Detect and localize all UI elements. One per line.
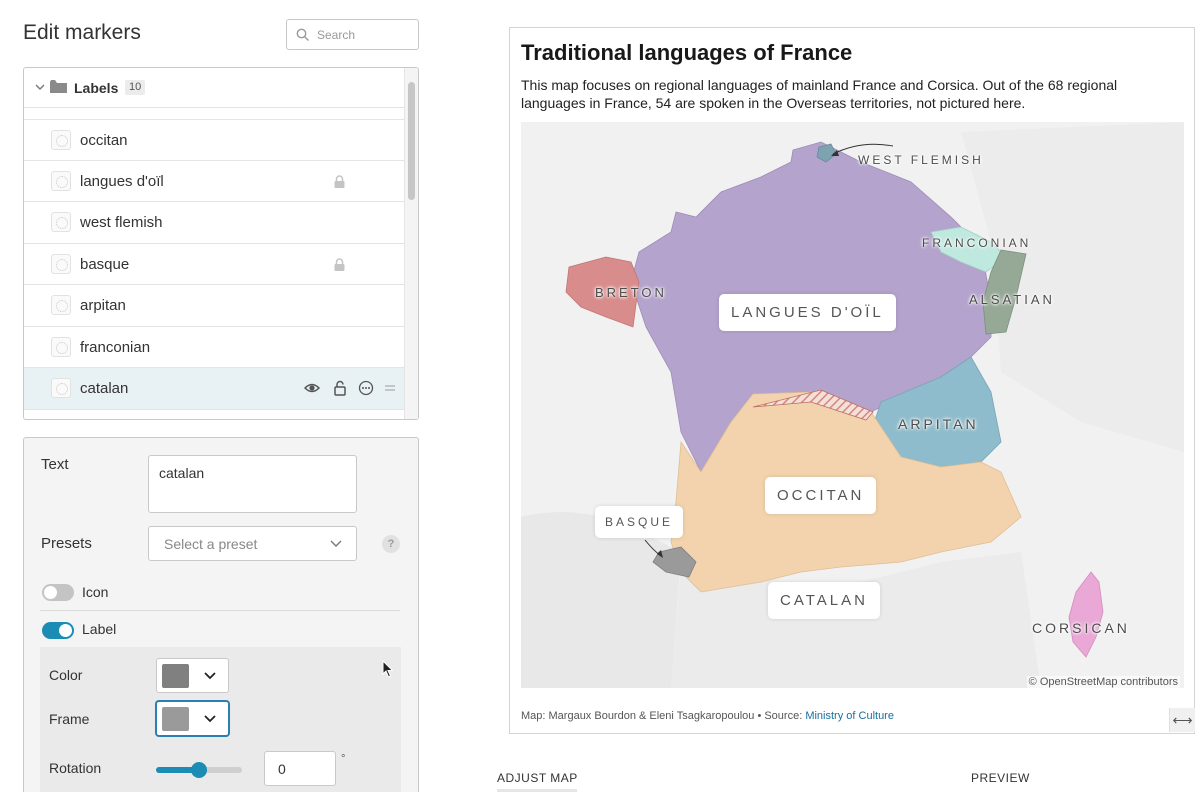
marker-list: Labels 10 occitan langues d'oïl west fle… (23, 67, 419, 420)
marker-thumbnail (51, 378, 71, 398)
labels-group-name: Labels (74, 80, 119, 96)
list-item[interactable]: west flemish (24, 202, 404, 244)
marker-thumbnail (51, 253, 71, 274)
icon-toggle-label: Icon (82, 584, 109, 600)
list-item-label: franconian (80, 338, 151, 356)
search-icon (296, 28, 309, 41)
map-label-occitan[interactable]: OCCITAN (765, 477, 877, 514)
text-field[interactable]: catalan (148, 455, 357, 513)
resize-handle-icon[interactable]: ⟷ (1169, 708, 1195, 732)
more-icon[interactable] (358, 380, 374, 396)
labels-group-count: 10 (125, 80, 146, 95)
list-item[interactable]: franconian (24, 327, 404, 368)
list-item-label: catalan (80, 380, 129, 397)
list-item-label: arpitan (80, 297, 126, 314)
marker-thumbnail (51, 130, 71, 150)
rotation-label: Rotation (49, 760, 102, 776)
label-settings: Color Frame Rotation 0 ° (40, 647, 401, 792)
map-label-west-flemish[interactable]: WEST FLEMISH (858, 153, 984, 167)
list-item[interactable]: occitan (24, 119, 404, 161)
rotation-unit: ° (341, 753, 346, 765)
eye-icon[interactable] (304, 380, 320, 396)
list-item[interactable]: langues d'oïl (24, 161, 404, 202)
rotation-input[interactable]: 0 (264, 751, 336, 786)
marker-thumbnail (51, 170, 71, 191)
map-label-catalan[interactable]: CATALAN (768, 582, 880, 619)
marker-thumbnail (51, 295, 71, 315)
tab-preview[interactable]: PREVIEW (971, 771, 1030, 785)
chevron-down-icon (330, 540, 342, 547)
map-label-franconian[interactable]: FRANCONIAN (922, 236, 1031, 250)
list-item[interactable]: basque (24, 244, 404, 285)
map-label-arpitan[interactable]: ARPITAN (898, 416, 979, 432)
help-icon[interactable]: ? (382, 535, 400, 553)
map-canvas[interactable]: WEST FLEMISH FRANCONIAN ALSATIAN BRETON … (521, 122, 1184, 688)
panel-title: Edit markers (23, 21, 141, 44)
text-label: Text (41, 456, 69, 473)
list-item-label: occitan (80, 132, 128, 149)
map-label-corsican[interactable]: CORSICAN (1032, 620, 1130, 636)
map-footer-credit: Map: Margaux Bourdon & Eleni Tsagkaropou… (521, 710, 806, 722)
map-description: This map focuses on regional languages o… (521, 77, 1118, 111)
search-input[interactable]: Search (286, 19, 419, 50)
preset-select[interactable]: Select a preset (148, 526, 357, 561)
map-footer: Map: Margaux Bourdon & Eleni Tsagkaropou… (521, 710, 894, 722)
marker-properties: Text catalan Presets Select a preset ? I… (23, 437, 419, 792)
list-item-selected[interactable]: catalan (24, 368, 404, 410)
lock-icon[interactable] (334, 174, 345, 188)
chevron-down-icon (204, 672, 216, 680)
chevron-down-icon (204, 715, 216, 723)
presets-label: Presets (41, 535, 92, 552)
rotation-slider[interactable] (156, 762, 242, 778)
folder-icon (50, 80, 67, 93)
labels-group-header[interactable]: Labels 10 (24, 68, 404, 108)
drag-handle-icon[interactable] (382, 380, 398, 396)
frame-swatch (162, 707, 189, 731)
map-label-basque[interactable]: BASQUE (595, 506, 684, 538)
list-item-label: langues d'oïl (80, 172, 164, 190)
color-picker[interactable] (156, 658, 229, 693)
slider-handle[interactable] (191, 762, 207, 778)
unlock-icon[interactable] (332, 380, 348, 396)
divider (40, 610, 400, 611)
icon-toggle[interactable] (42, 584, 74, 601)
color-label: Color (49, 667, 83, 683)
tab-adjust-map[interactable]: ADJUST MAP (497, 771, 578, 785)
frame-picker[interactable] (156, 701, 229, 736)
label-toggle[interactable] (42, 622, 74, 639)
chevron-down-icon[interactable] (35, 83, 45, 91)
map-preview-card: Traditional languages of France This map… (509, 27, 1195, 734)
map-title: Traditional languages of France (521, 40, 853, 65)
source-link[interactable]: Ministry of Culture (805, 710, 894, 722)
mouse-cursor-icon (382, 660, 394, 678)
list-item-label: basque (80, 255, 130, 273)
map-label-alsatian[interactable]: ALSATIAN (969, 292, 1055, 307)
map-label-langues-doil[interactable]: LANGUES D'OÏL (719, 294, 896, 331)
label-toggle-label: Label (82, 621, 117, 637)
frame-label: Frame (49, 711, 90, 727)
list-item-label: west flemish (80, 214, 163, 231)
map-label-breton[interactable]: BRETON (595, 285, 667, 300)
scrollbar-thumb[interactable] (408, 82, 415, 200)
list-scrollbar[interactable] (404, 68, 418, 419)
lock-icon[interactable] (334, 257, 345, 271)
marker-thumbnail (51, 336, 71, 357)
marker-thumbnail (51, 212, 71, 232)
list-item[interactable]: arpitan (24, 285, 404, 327)
label-rows: occitan langues d'oïl west flemish basqu… (24, 119, 404, 410)
preset-placeholder: Select a preset (164, 536, 258, 552)
map-attribution[interactable]: © OpenStreetMap contributors (1026, 676, 1180, 688)
search-placeholder: Search (317, 28, 356, 42)
color-swatch (162, 664, 189, 688)
